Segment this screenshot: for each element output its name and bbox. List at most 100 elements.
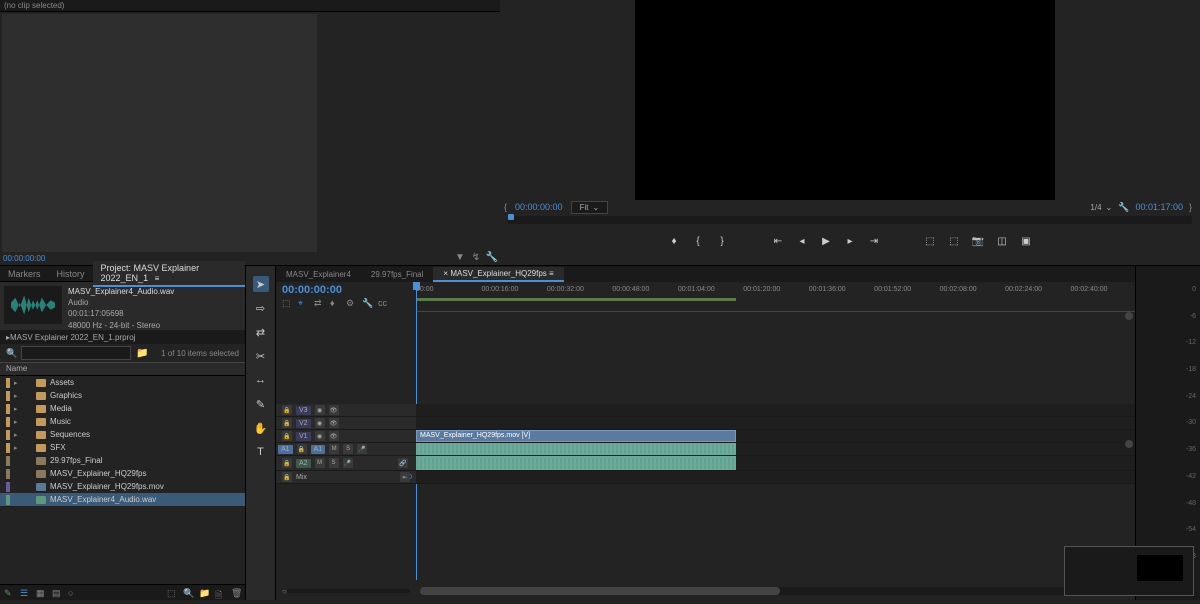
target-button[interactable]: ◉ <box>315 431 325 441</box>
wrench-icon[interactable]: 🔧 <box>486 251 498 263</box>
hand-tool[interactable]: ✋ <box>253 420 269 436</box>
program-scrubber[interactable] <box>508 216 1192 224</box>
eye-button[interactable]: 👁 <box>329 418 339 428</box>
track-label[interactable]: Mix <box>296 474 307 481</box>
new-item-button[interactable]: 🗎 <box>215 588 225 598</box>
eye-button[interactable]: 👁 <box>329 405 339 415</box>
hscroll-thumb[interactable] <box>420 587 780 595</box>
lock-button[interactable]: 🔒 <box>282 431 292 441</box>
compare-button[interactable]: ◫ <box>996 235 1008 247</box>
track-head-mix[interactable]: 🔒 Mix 0.0 ⇤ <box>276 471 416 483</box>
marker-icon[interactable]: ♦ <box>330 298 340 308</box>
search-input[interactable] <box>21 346 131 360</box>
audio-clip[interactable] <box>416 443 736 455</box>
mark-in-button[interactable]: { <box>692 235 704 247</box>
lock-button[interactable]: 🔒 <box>297 444 307 454</box>
timeline-ruler[interactable]: 00:0000:00:16:0000:00:32:0000:00:48:0000… <box>416 282 1135 312</box>
track-label[interactable]: V3 <box>296 406 311 415</box>
voice-button[interactable]: 🎤 <box>343 458 353 468</box>
new-bin-from-search-button[interactable]: 📁 <box>135 347 149 359</box>
track-content[interactable] <box>416 443 1135 455</box>
video-clip[interactable]: MASV_Explainer_HQ29fps.mov [V] <box>416 430 736 442</box>
icon-view-button[interactable]: ▦ <box>36 588 46 598</box>
mark-out-button[interactable]: } <box>716 235 728 247</box>
project-item-list[interactable]: ▸Assets▸Graphics▸Media▸Music▸Sequences▸S… <box>0 376 245 580</box>
mute-button[interactable]: M <box>329 444 339 454</box>
play-button[interactable]: ▶ <box>820 235 832 247</box>
auto-sequence-button[interactable]: ⬚ <box>167 588 177 598</box>
project-item[interactable]: ▸Music <box>0 415 245 428</box>
lock-button[interactable]: 🔒 <box>282 458 292 468</box>
track-head-v1[interactable]: 🔒 V1 ◉ 👁 <box>276 430 416 442</box>
link-icon[interactable]: 🔗 <box>398 458 408 468</box>
track-head-a2[interactable]: 🔒 A2 M S 🎤 🔗 <box>276 456 416 470</box>
expand-icon[interactable]: ⇤ <box>400 472 410 482</box>
selection-tool[interactable]: ➤ <box>253 276 269 292</box>
source-patch-a1[interactable]: A1 <box>278 445 293 454</box>
lock-button[interactable]: 🔒 <box>282 472 292 482</box>
write-toggle[interactable]: ✎ <box>4 588 14 598</box>
project-item[interactable]: MASV_Explainer_HQ29fps <box>0 467 245 480</box>
vscroll-thumb[interactable] <box>1125 312 1133 320</box>
track-content[interactable] <box>416 456 1135 470</box>
step-forward-button[interactable]: ▸ <box>844 235 856 247</box>
wrench-icon[interactable]: 🔧 <box>362 298 372 308</box>
project-item[interactable]: ▸Media <box>0 402 245 415</box>
project-item[interactable]: ▸SFX <box>0 441 245 454</box>
nest-icon[interactable]: ⬚ <box>282 298 292 308</box>
cc-icon[interactable]: cc <box>378 298 388 308</box>
disclosure-icon[interactable]: ▸ <box>14 444 22 452</box>
track-label[interactable]: V2 <box>296 419 311 428</box>
sequence-tab[interactable]: 29.97fps_Final <box>361 268 433 281</box>
delete-button[interactable]: 🗑 <box>231 588 241 598</box>
tab-markers[interactable]: Markers <box>0 267 49 281</box>
pip-overlay[interactable] <box>1064 546 1194 596</box>
track-head-v3[interactable]: 🔒 V3 ◉ 👁 <box>276 404 416 416</box>
disclosure-icon[interactable]: ▸ <box>14 418 22 426</box>
audio-clip[interactable] <box>416 456 736 470</box>
link-icon[interactable]: ⇄ <box>314 298 324 308</box>
safe-margins-button[interactable]: ▣ <box>1020 235 1032 247</box>
settings-icon[interactable]: ↯ <box>470 251 482 263</box>
track-label[interactable]: A1 <box>311 445 326 454</box>
freeform-view-button[interactable]: ▤ <box>52 588 62 598</box>
mute-button[interactable]: M <box>315 458 325 468</box>
project-item[interactable]: MASV_Explainer4_Audio.wav <box>0 493 245 506</box>
lock-button[interactable]: 🔒 <box>282 405 292 415</box>
voice-button[interactable]: 🎤 <box>357 444 367 454</box>
disclosure-icon[interactable]: ▸ <box>14 431 22 439</box>
timeline-vscroll[interactable] <box>1125 312 1133 580</box>
timeline-hscroll[interactable] <box>420 587 1131 595</box>
disclosure-icon[interactable]: ▸ <box>14 379 22 387</box>
project-item[interactable]: MASV_Explainer_HQ29fps.mov <box>0 480 245 493</box>
preview-thumbnail[interactable] <box>4 286 62 324</box>
wrench-icon[interactable]: 🔧 <box>1118 202 1129 213</box>
project-item[interactable]: 29.97fps_Final <box>0 454 245 467</box>
track-label[interactable]: A2 <box>296 459 311 468</box>
tab-history[interactable]: History <box>49 267 93 281</box>
slip-tool[interactable]: ↔ <box>253 372 269 388</box>
source-timecode[interactable]: 00:00:00:00 <box>3 254 45 263</box>
track-content[interactable] <box>416 417 1135 429</box>
sequence-tab[interactable]: MASV_Explainer4 <box>276 268 361 281</box>
playback-quality-dropdown[interactable]: 1/4⌄ <box>1090 203 1112 212</box>
vscroll-thumb[interactable] <box>1125 440 1133 448</box>
project-item[interactable]: ▸Graphics <box>0 389 245 402</box>
solo-button[interactable]: S <box>329 458 339 468</box>
go-to-out-button[interactable]: ⇥ <box>868 235 880 247</box>
playhead-handle[interactable] <box>413 282 420 290</box>
go-to-in-button[interactable]: ⇤ <box>772 235 784 247</box>
tab-project[interactable]: Project: MASV Explainer 2022_EN_1 ≡ <box>93 261 245 287</box>
sequence-tab-active[interactable]: × MASV_Explainer_HQ29fps ≡ <box>433 267 563 282</box>
find-button[interactable]: 🔍 <box>183 588 193 598</box>
source-view[interactable] <box>2 14 317 252</box>
close-icon[interactable]: ≡ <box>155 274 160 283</box>
extract-button[interactable]: ⬚ <box>948 235 960 247</box>
track-content[interactable] <box>416 404 1135 416</box>
export-frame-button[interactable]: 📷 <box>972 235 984 247</box>
razor-tool[interactable]: ✂ <box>253 348 269 364</box>
track-content[interactable]: MASV_Explainer_HQ29fps.mov [V] <box>416 430 1135 442</box>
project-item[interactable]: ▸Sequences <box>0 428 245 441</box>
program-timecode-left[interactable]: 00:00:00:00 <box>515 202 563 212</box>
pen-tool[interactable]: ✎ <box>253 396 269 412</box>
